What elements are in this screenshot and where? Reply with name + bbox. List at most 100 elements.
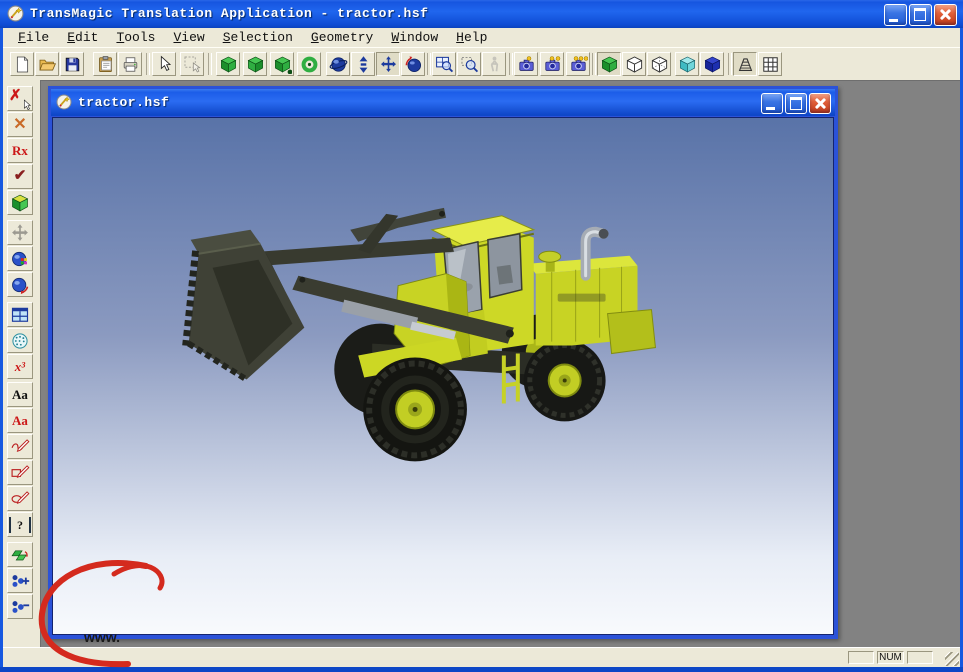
cross-arrows-icon bbox=[379, 55, 398, 74]
snapshot-one-button[interactable] bbox=[514, 52, 538, 76]
view-cube-a-button[interactable] bbox=[216, 52, 240, 76]
close-button[interactable] bbox=[934, 4, 957, 26]
transmagic-app-window: TransMagic Translation Application - tra… bbox=[0, 0, 963, 672]
render-shaded-button[interactable] bbox=[597, 52, 621, 76]
menu-edit[interactable]: Edit bbox=[58, 30, 107, 45]
new-file-icon bbox=[13, 55, 32, 74]
view-cube-c-button[interactable] bbox=[270, 52, 294, 76]
open-folder-icon bbox=[38, 55, 57, 74]
hidden-line-cube-icon bbox=[650, 55, 669, 74]
magnifier-icon bbox=[460, 55, 479, 74]
material-colors-button[interactable] bbox=[7, 246, 33, 271]
viewport-canvas[interactable] bbox=[52, 117, 834, 635]
doc-close-button[interactable] bbox=[809, 93, 831, 114]
title-bar[interactable]: TransMagic Translation Application - tra… bbox=[0, 0, 963, 28]
perspective-toggle-button[interactable] bbox=[733, 52, 757, 76]
new-file-button[interactable] bbox=[10, 52, 34, 76]
floppy-icon bbox=[63, 55, 82, 74]
points-plus-icon bbox=[10, 571, 30, 591]
subtract-selection-button[interactable] bbox=[7, 594, 33, 619]
document-window: tractor.hsf bbox=[48, 86, 838, 639]
transform-copy-button[interactable] bbox=[7, 542, 33, 567]
copy-shapes-icon bbox=[10, 545, 30, 565]
orbit-view-button[interactable] bbox=[326, 52, 350, 76]
window-border-bottom bbox=[0, 667, 963, 672]
walkthrough-button bbox=[482, 52, 506, 76]
menu-tools[interactable]: Tools bbox=[107, 30, 164, 45]
cube-translucent-button[interactable] bbox=[675, 52, 699, 76]
cross-arrows-icon bbox=[10, 223, 30, 243]
paste-button[interactable] bbox=[93, 52, 117, 76]
cube-solid-button[interactable] bbox=[700, 52, 724, 76]
document-title-bar[interactable]: tractor.hsf bbox=[51, 89, 835, 116]
sketch-rect-button[interactable] bbox=[7, 460, 33, 485]
save-file-button[interactable] bbox=[60, 52, 84, 76]
grid-icon bbox=[761, 55, 780, 74]
green-cube-icon bbox=[219, 55, 238, 74]
status-panel bbox=[907, 651, 933, 664]
menu-selection[interactable]: Selection bbox=[214, 30, 302, 45]
sketch-ellipse-button[interactable] bbox=[7, 486, 33, 511]
maximize-icon bbox=[790, 97, 802, 110]
rotate-model-button[interactable] bbox=[7, 272, 33, 297]
doc-minimize-button[interactable] bbox=[761, 93, 783, 114]
printer-icon bbox=[121, 55, 140, 74]
pan-vertical-button[interactable] bbox=[351, 52, 375, 76]
rx-icon: Rx bbox=[12, 144, 28, 157]
toolbar-separator bbox=[208, 53, 212, 75]
cursor-icon bbox=[155, 55, 174, 74]
menu-view[interactable]: View bbox=[164, 30, 213, 45]
select-region-button bbox=[180, 52, 204, 76]
snapshot-three-button[interactable] bbox=[566, 52, 590, 76]
remove-results-button[interactable]: Rx bbox=[7, 138, 33, 163]
toolbar-separator bbox=[592, 53, 596, 75]
grid-toggle-button[interactable] bbox=[758, 52, 782, 76]
spin-view-button[interactable] bbox=[401, 52, 425, 76]
sketch-curve-button[interactable] bbox=[7, 434, 33, 459]
render-hidden-line-button[interactable] bbox=[647, 52, 671, 76]
delete-entity-button[interactable]: ✗ bbox=[7, 86, 33, 111]
open-file-button[interactable] bbox=[35, 52, 59, 76]
delete-all-button[interactable]: ✕ bbox=[7, 112, 33, 137]
check-icon: ✔ bbox=[14, 169, 27, 184]
minimize-button[interactable] bbox=[884, 4, 907, 26]
status-bar: NUM bbox=[3, 647, 960, 667]
green-cube-icon bbox=[246, 55, 265, 74]
select-arrow-button[interactable] bbox=[152, 52, 176, 76]
pen-rect-icon bbox=[10, 463, 30, 483]
view-cube-b-button[interactable] bbox=[243, 52, 267, 76]
render-wireframe-button[interactable] bbox=[622, 52, 646, 76]
maximize-button[interactable] bbox=[909, 4, 932, 26]
doc-maximize-button[interactable] bbox=[785, 93, 807, 114]
check-model-button[interactable]: ✔ bbox=[7, 164, 33, 189]
remove-cubed-button[interactable]: x³ bbox=[7, 354, 33, 379]
num-lock-indicator: NUM bbox=[877, 651, 904, 664]
camera-icon bbox=[569, 55, 588, 74]
annotation-red-button[interactable]: Aa bbox=[7, 408, 33, 433]
region-cursor-icon bbox=[183, 55, 202, 74]
document-icon bbox=[56, 94, 72, 110]
solid-view-button[interactable] bbox=[7, 190, 33, 215]
zoom-region-button[interactable] bbox=[457, 52, 481, 76]
menu-window[interactable]: Window bbox=[382, 30, 447, 45]
spin-sphere-icon bbox=[404, 55, 423, 74]
add-selection-button[interactable] bbox=[7, 568, 33, 593]
print-button[interactable] bbox=[118, 52, 142, 76]
snapshot-two-button[interactable] bbox=[540, 52, 564, 76]
zoom-window-icon bbox=[435, 55, 454, 74]
cyan-cube-icon bbox=[678, 55, 697, 74]
resize-grip[interactable] bbox=[945, 652, 959, 666]
split-window-icon bbox=[10, 305, 30, 325]
split-view-button[interactable] bbox=[7, 302, 33, 327]
pan-view-button[interactable] bbox=[376, 52, 400, 76]
measure-tool-button[interactable]: ? bbox=[7, 512, 33, 537]
blue-cube-icon bbox=[703, 55, 722, 74]
menu-geometry[interactable]: Geometry bbox=[302, 30, 382, 45]
camera-icon bbox=[543, 55, 562, 74]
zoom-window-button[interactable] bbox=[432, 52, 456, 76]
point-view-button[interactable] bbox=[7, 328, 33, 353]
view-target-button[interactable] bbox=[297, 52, 321, 76]
menu-help[interactable]: Help bbox=[447, 30, 496, 45]
annotation-dark-button[interactable]: Aa bbox=[7, 382, 33, 407]
menu-file[interactable]: File bbox=[9, 30, 58, 45]
